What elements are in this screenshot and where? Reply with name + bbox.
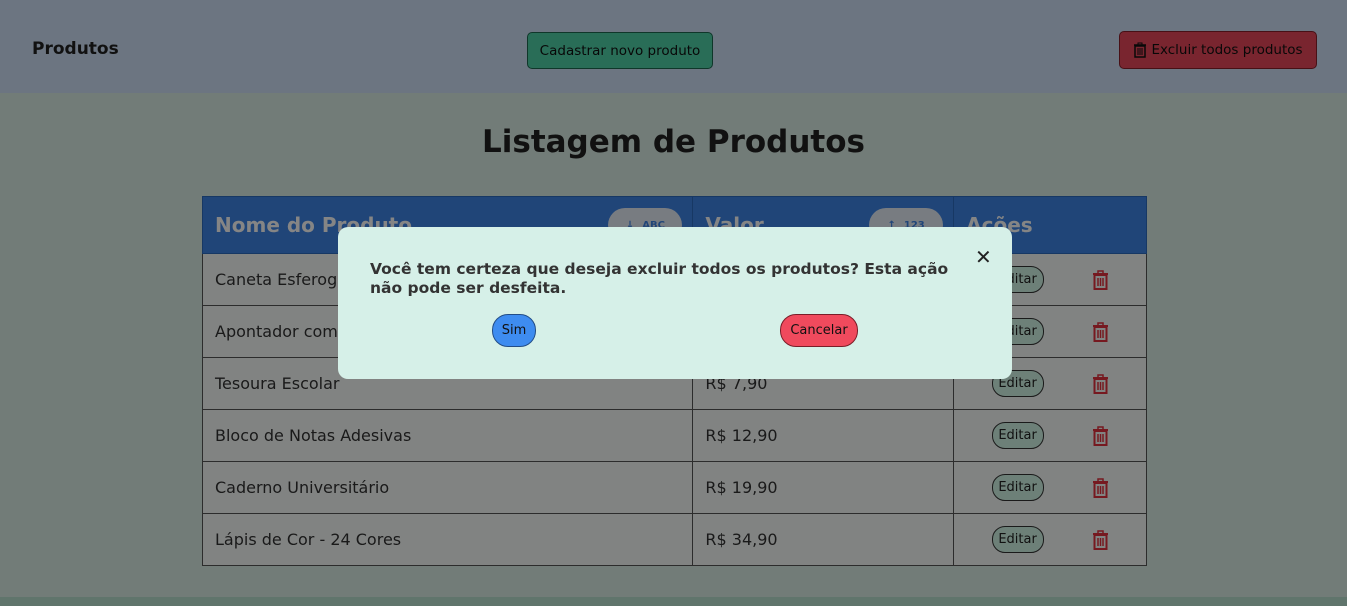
dialog-message: Você tem certeza que deseja excluir todo… — [370, 260, 949, 297]
close-icon[interactable]: ✕ — [975, 245, 992, 269]
cancel-button[interactable]: Cancelar — [780, 314, 858, 347]
confirm-yes-button[interactable]: Sim — [492, 314, 536, 347]
confirm-delete-dialog: Você tem certeza que deseja excluir todo… — [338, 227, 1012, 379]
